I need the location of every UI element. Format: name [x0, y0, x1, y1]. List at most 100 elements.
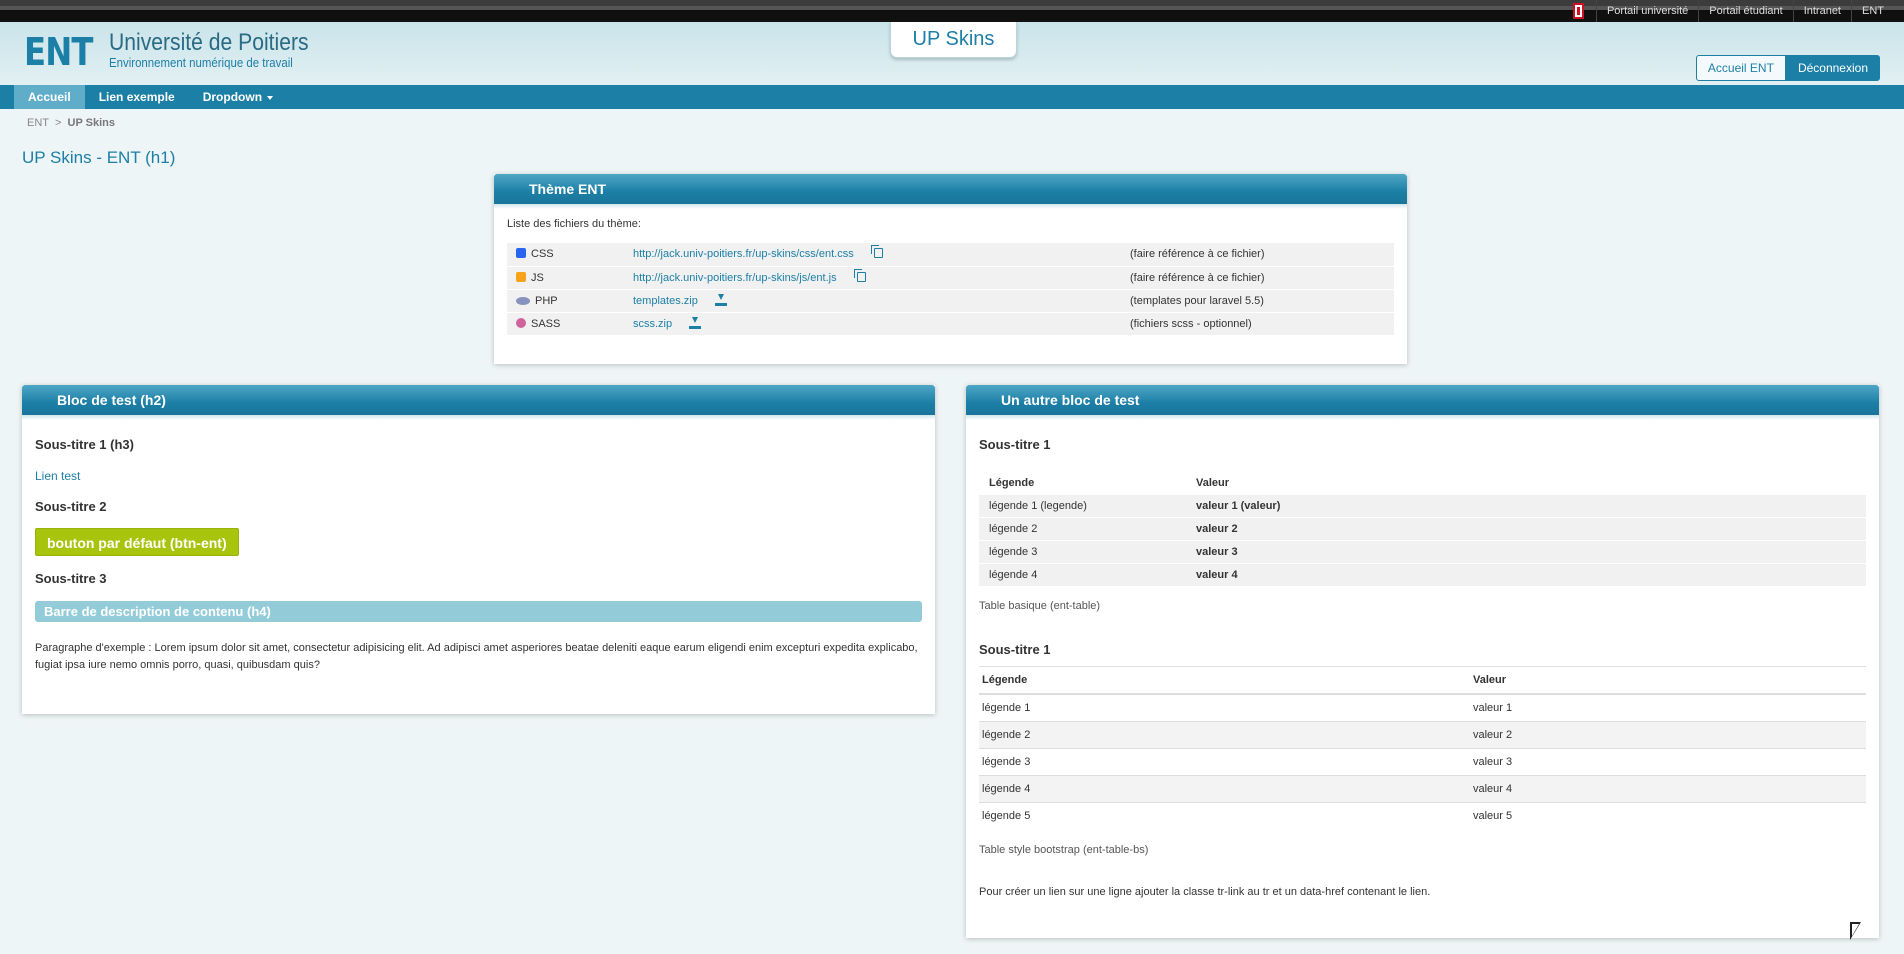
example-paragraph: Paragraphe d'exemple : Lorem ipsum dolor… [35, 642, 918, 671]
top-link-intranet[interactable]: Intranet [1792, 0, 1851, 22]
main-nav: Accueil Lien exemple Dropdown [0, 85, 1904, 109]
js-icon [516, 271, 526, 282]
table-cell: légende 3 [979, 747, 1470, 775]
php-icon [516, 296, 530, 305]
file-note: (templates pour laravel 5.5) [1124, 289, 1394, 313]
page-title: UP Skins - ENT (h1) [22, 148, 176, 167]
css3-icon [516, 248, 526, 259]
theme-file-row: CSS http://jack.univ-poitiers.fr/up-skin… [507, 243, 1394, 267]
test-block-1-title: Bloc de test (h2) [22, 385, 935, 420]
skin-tab: UP Skins [890, 22, 1017, 58]
top-link-portail-universite[interactable]: Portail université [1595, 0, 1698, 22]
table-cell: valeur 5 [1470, 801, 1866, 829]
table-row: légende 2 valeur 2 [979, 720, 1866, 748]
caret-down-icon [267, 95, 274, 100]
top-bar: Portail université Portail étudiant Intr… [0, 0, 1904, 22]
table-cell: valeur 4 [1470, 774, 1866, 802]
breadcrumb: ENT > UP Skins [27, 117, 115, 129]
test-link[interactable]: Lien test [35, 469, 922, 483]
nav-item-accueil[interactable]: Accueil [14, 85, 85, 109]
tr-link-note: Pour créer un lien sur une ligne ajouter… [979, 886, 1431, 898]
logo-ent: ENT [24, 30, 93, 74]
table-row: légende 4 valeur 4 [979, 774, 1866, 802]
breadcrumb-current: UP Skins [67, 117, 116, 129]
file-type: SASS [531, 317, 561, 330]
table-caption-bootstrap: Table style bootstrap (ent-table-bs) [979, 844, 1149, 856]
home-ent-button[interactable]: Accueil ENT [1695, 55, 1786, 81]
nav-item-dropdown-label: Dropdown [202, 90, 263, 104]
table-cell: valeur 1 (valeur) [1186, 493, 1866, 517]
table-cell: valeur 3 [1186, 539, 1866, 563]
table-header-valeur: Valeur [1196, 476, 1230, 489]
default-button[interactable]: bouton par défaut (btn-ent) [35, 528, 239, 556]
table-cell: légende 5 [979, 801, 1470, 829]
table-header-legende: Légende [979, 667, 1470, 695]
file-type: JS [531, 271, 544, 284]
ent-table: Légende Valeur légende 1 (legende) valeur… [979, 472, 1866, 586]
table-cell: légende 4 [979, 774, 1470, 802]
table-cell: valeur 3 [1470, 747, 1866, 775]
test-block-1: Bloc de test (h2) Sous-titre 1 (h3) Lien… [22, 385, 935, 714]
file-note: (faire référence à ce fichier) [1124, 243, 1394, 267]
header-buttons: Accueil ENT Déconnexion [1695, 55, 1880, 81]
top-link-portail-etudiant[interactable]: Portail étudiant [1698, 0, 1792, 22]
subtitle-1: Sous-titre 1 [979, 437, 1051, 452]
theme-block-title: Thème ENT [494, 174, 1407, 209]
file-link-sass[interactable]: scss.zip [633, 318, 672, 330]
table-cell: légende 4 [979, 562, 1186, 586]
top-link-ent[interactable]: ENT [1851, 0, 1894, 22]
table-row: légende 1 valeur 1 [979, 693, 1866, 721]
theme-block: Thème ENT Liste des fichiers du thème: C… [494, 174, 1407, 364]
subtitle-1: Sous-titre 1 (h3) [35, 437, 134, 452]
nav-item-lien-exemple[interactable]: Lien exemple [85, 85, 189, 109]
table-cell: légende 1 (legende) [979, 493, 1186, 517]
file-type: PHP [535, 294, 558, 307]
content-description-bar: Barre de description de contenu (h4) [35, 601, 922, 622]
nav-item-dropdown[interactable]: Dropdown [189, 85, 287, 109]
table-caption-basic: Table basique (ent-table) [979, 600, 1101, 612]
theme-file-row: PHP templates.zip (templates pour larave… [507, 289, 1394, 313]
top-links: Portail université Portail étudiant Intr… [1572, 0, 1894, 22]
table-cell: valeur 2 [1186, 516, 1866, 540]
logout-button[interactable]: Déconnexion [1785, 55, 1880, 81]
download-icon[interactable] [714, 294, 727, 306]
table-header-legende: Légende [989, 476, 1035, 489]
theme-file-row: SASS scss.zip (fichiers scss - optionnel… [507, 312, 1394, 336]
table-cell: valeur 1 [1470, 693, 1866, 721]
copy-icon[interactable] [870, 245, 883, 259]
mouse-cursor-icon [1850, 922, 1861, 940]
download-icon[interactable] [689, 317, 702, 329]
file-link-js[interactable]: http://jack.univ-poitiers.fr/up-skins/js… [633, 272, 837, 284]
logo[interactable]: ENT Université de Poitiers Environnement… [24, 29, 335, 75]
file-note: (fichiers scss - optionnel) [1124, 312, 1394, 336]
test-block-2-title: Un autre bloc de test [966, 385, 1879, 420]
sass-icon [516, 317, 526, 328]
logo-university: Université de Poitiers [108, 29, 309, 56]
subtitle-2: Sous-titre 2 [35, 499, 107, 514]
copy-icon[interactable] [853, 268, 866, 282]
table-cell: valeur 4 [1186, 562, 1866, 586]
table-row: légende 4 valeur 4 [979, 562, 1866, 586]
file-link-css[interactable]: http://jack.univ-poitiers.fr/up-skins/cs… [633, 248, 854, 260]
table-cell: légende 2 [979, 516, 1186, 540]
file-type: CSS [531, 248, 554, 261]
university-flag-icon [1572, 3, 1584, 19]
breadcrumb-separator: > [54, 117, 62, 129]
table-cell: légende 2 [979, 720, 1470, 748]
logo-tagline: Environnement numérique de travail [108, 55, 293, 70]
breadcrumb-root[interactable]: ENT [27, 117, 49, 129]
subtitle-1b: Sous-titre 1 [979, 642, 1866, 667]
table-cell: légende 1 [979, 693, 1470, 721]
table-row: légende 2 valeur 2 [979, 516, 1866, 540]
table-cell: légende 3 [979, 539, 1186, 563]
test-block-2: Un autre bloc de test Sous-titre 1 Légen… [966, 385, 1879, 938]
file-note: (faire référence à ce fichier) [1124, 266, 1394, 290]
file-link-php[interactable]: templates.zip [633, 295, 698, 307]
subtitle-3: Sous-titre 3 [35, 571, 107, 586]
theme-file-row: JS http://jack.univ-poitiers.fr/up-skins… [507, 266, 1394, 290]
theme-files-table: CSS http://jack.univ-poitiers.fr/up-skin… [507, 243, 1394, 336]
table-row: légende 3 valeur 3 [979, 747, 1866, 775]
table-row: légende 3 valeur 3 [979, 539, 1866, 563]
table-row: légende 1 (legende) valeur 1 (valeur) [979, 493, 1866, 517]
theme-intro: Liste des fichiers du thème: [507, 218, 641, 230]
